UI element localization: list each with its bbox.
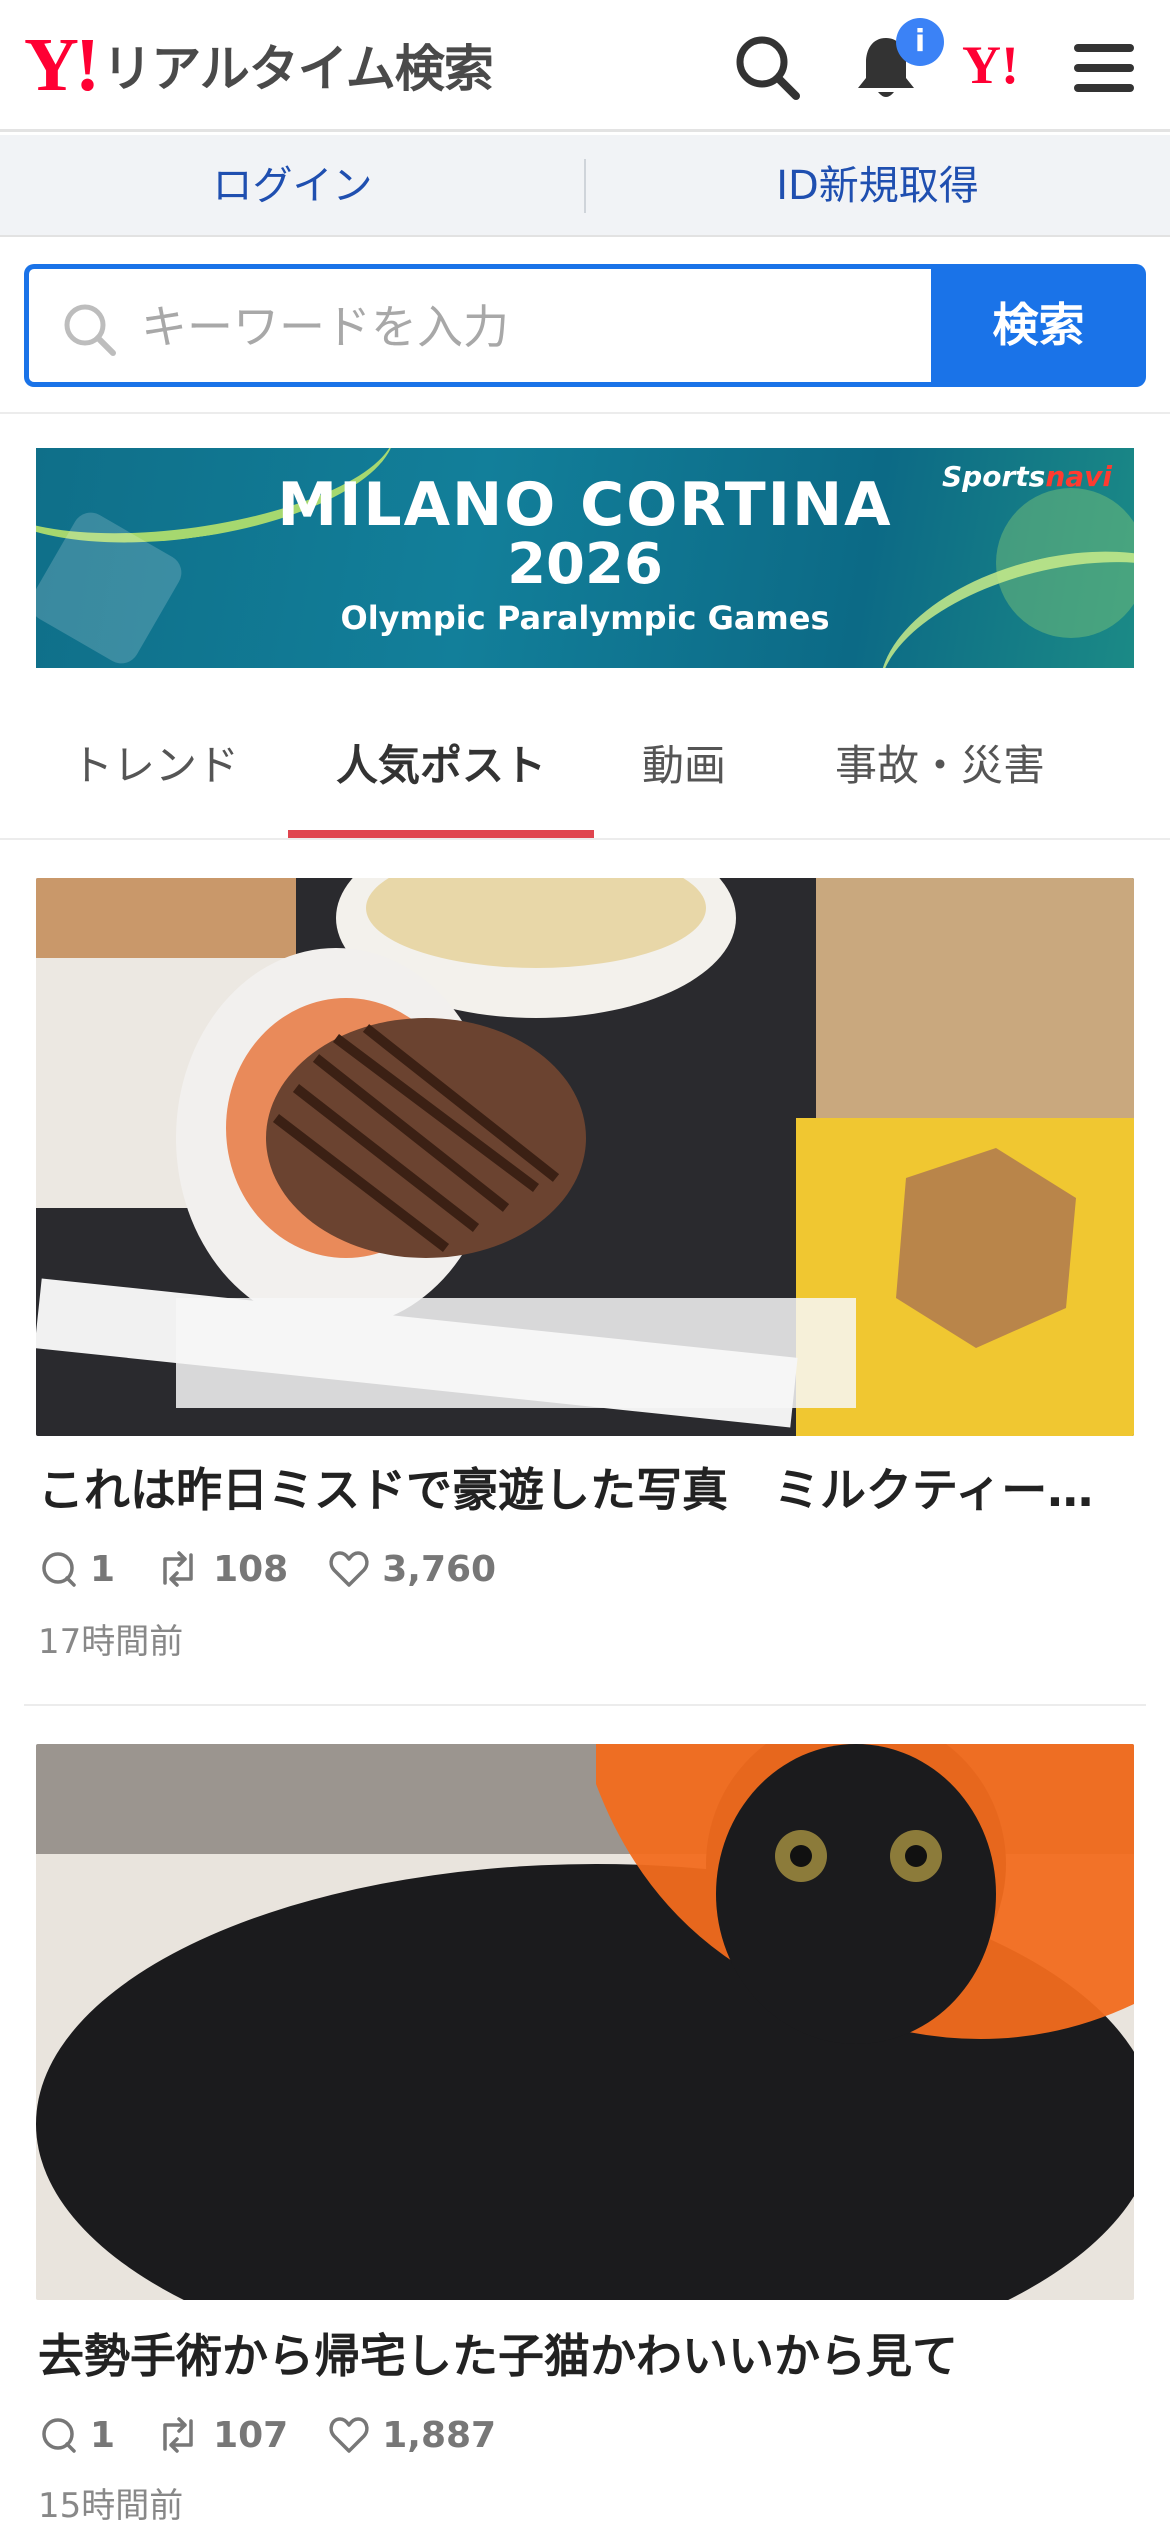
search-button[interactable]: 検索 (931, 264, 1146, 387)
olympics-banner[interactable]: Sportsnavi MILANO CORTINA 2026 Olympic P… (36, 448, 1134, 668)
repost-count[interactable]: 107 (155, 2415, 288, 2456)
post-stats: 1 108 3,760 (38, 1544, 536, 1594)
banner-subtitle: Olympic Paralympic Games (340, 599, 830, 637)
heart-icon (329, 2417, 369, 2453)
search-input[interactable] (141, 287, 921, 367)
tab-accidents-disasters[interactable]: 事故・災害 (790, 700, 1090, 840)
app-header: Y! リアルタイム検索 i Y! (0, 0, 1170, 132)
banner-title: MILANO CORTINA (277, 470, 893, 540)
tab-trend[interactable]: トレンド (30, 700, 280, 840)
app-title: リアルタイム検索 (102, 40, 493, 98)
yahoo-logo-mark: Y! (24, 23, 100, 107)
repost-icon (163, 2417, 193, 2453)
search-input-icon (59, 299, 121, 361)
like-count[interactable]: 3,760 (328, 1549, 496, 1590)
post-image[interactable] (36, 878, 1134, 1436)
signup-link[interactable]: ID新規取得 (585, 135, 1170, 237)
tab-videos[interactable]: 動画 (600, 700, 768, 840)
login-link[interactable]: ログイン (0, 135, 585, 237)
post-time: 17時間前 (38, 1622, 184, 1662)
divider (0, 412, 1170, 414)
like-count[interactable]: 1,887 (328, 2415, 496, 2456)
menu-icon[interactable] (1066, 28, 1146, 108)
repost-icon (163, 1551, 193, 1587)
reply-count[interactable]: 1 (38, 2415, 115, 2456)
heart-icon (329, 1551, 369, 1587)
reply-icon (42, 2418, 76, 2453)
post-time: 15時間前 (38, 2486, 184, 2526)
post-title[interactable]: 去勢手術から帰宅した子猫かわいいから見て (38, 2326, 1138, 2386)
post-divider (24, 1704, 1146, 1706)
post-stats: 1 107 1,887 (38, 2410, 536, 2460)
post-title[interactable]: これは昨日ミスドで豪遊した写真 ミルクティー… (38, 1460, 1138, 1520)
post-image[interactable] (36, 1744, 1134, 2300)
login-bar: ログイン ID新規取得 (0, 135, 1170, 237)
banner-year: 2026 (507, 532, 663, 597)
notification-badge[interactable]: i (896, 18, 944, 66)
category-tabs: トレンド 人気ポスト 動画 事故・災害 (0, 700, 1170, 840)
tab-popular-posts[interactable]: 人気ポスト (288, 700, 594, 840)
yahoo-realtime-logo[interactable]: Y! リアルタイム検索 (24, 23, 494, 107)
reply-icon (42, 1552, 76, 1587)
repost-count[interactable]: 108 (155, 1549, 288, 1590)
active-tab-indicator (288, 830, 594, 838)
yahoo-japan-icon[interactable]: Y! (962, 34, 1048, 114)
search-icon[interactable] (728, 28, 808, 108)
reply-count[interactable]: 1 (38, 1549, 115, 1590)
search-field[interactable] (24, 264, 936, 387)
search-form: 検索 (24, 264, 1146, 387)
